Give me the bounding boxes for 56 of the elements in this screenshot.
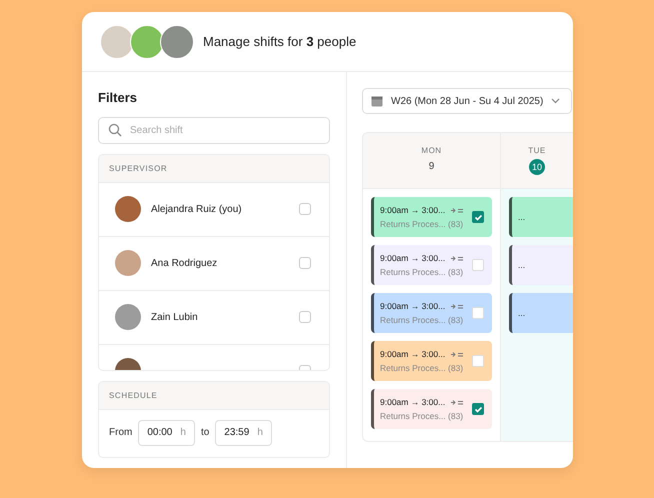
section-heading: SCHEDULE [99, 382, 329, 410]
avatar [115, 250, 141, 276]
day-date: 10 [529, 159, 545, 175]
shift-card[interactable]: 9:00am → 3:00... Returns Proces... (83) [371, 341, 492, 381]
avatar [100, 24, 134, 58]
shift-time: 9:00am → 3:00... [380, 397, 446, 407]
search-input[interactable]: Search shift [128, 124, 282, 137]
shift-task: Returns Proces... (83) [380, 363, 464, 373]
day-name: MON [421, 146, 442, 155]
time-field[interactable]: 00:00 h [138, 420, 195, 446]
to-label: to [200, 427, 210, 438]
day-date: 9 [428, 160, 436, 174]
checkbox[interactable] [472, 211, 484, 223]
time-field[interactable]: 23:59 h [215, 420, 272, 446]
shift-card[interactable]: ... [509, 293, 573, 333]
shift-time: 9:00am → 3:00... [380, 349, 446, 359]
shift-card[interactable]: 9:00am → 3:00... Returns Proces... (83) [371, 389, 492, 429]
shift-time: ... [518, 308, 526, 318]
checkbox[interactable] [299, 203, 311, 216]
supervisor-name: Alejandra Ruiz (you) [151, 204, 243, 215]
shift-task: Returns Proces... (83) [380, 315, 464, 325]
supervisor-name: Ana Rodriguez [151, 258, 218, 269]
shift-time: 9:00am → 3:00... [380, 253, 446, 263]
shift-card[interactable]: 9:00am → 3:00... Returns Proces... (83) [371, 293, 492, 333]
search-icon [108, 123, 122, 138]
shift-time: 9:00am → 3:00... [380, 205, 446, 215]
supervisor-row[interactable]: Ana Rodriguez [99, 236, 329, 291]
avatar [115, 196, 141, 222]
supervisor-row[interactable]: Alejandra Ruiz (you) [99, 182, 329, 237]
avatar [115, 304, 141, 330]
chevron-down-icon [551, 98, 560, 104]
supervisor-name: Zain Lubin [151, 312, 199, 323]
calendar-icon [371, 95, 383, 107]
supervisor-row[interactable]: Zain Lubin [99, 290, 329, 345]
shift-time: ... [518, 212, 526, 222]
week-dropdown[interactable]: W26 (Mon 28 Jun - Su 4 Jul 2025) [362, 88, 572, 114]
shift-task: Returns Proces... (83) [380, 267, 464, 277]
day-name: TUE [528, 146, 546, 155]
shift-card[interactable]: ... [509, 197, 573, 237]
from-label: From [109, 427, 132, 438]
checkbox[interactable] [299, 311, 311, 324]
shift-card[interactable]: ... [509, 245, 573, 285]
avatar [130, 24, 164, 58]
shift-task: Returns Proces... (83) [380, 219, 464, 229]
search-field[interactable]: Search shift [98, 117, 330, 144]
filters-heading: Filters [98, 90, 138, 105]
shift-time: 9:00am → 3:00... [380, 301, 446, 311]
shift-time: ... [518, 260, 526, 270]
avatar [160, 24, 194, 58]
shift-task: Returns Proces... (83) [380, 411, 464, 421]
checkbox[interactable] [472, 403, 484, 415]
section-heading: SUPERVISOR [99, 154, 329, 183]
shift-card[interactable]: 9:00am → 3:00... Returns Proces... (83) [371, 245, 492, 285]
checkbox[interactable] [299, 257, 311, 270]
page-title: Manage shifts for 3 people [203, 34, 356, 49]
shift-card[interactable]: 9:00am → 3:00... Returns Proces... (83) [371, 197, 492, 237]
